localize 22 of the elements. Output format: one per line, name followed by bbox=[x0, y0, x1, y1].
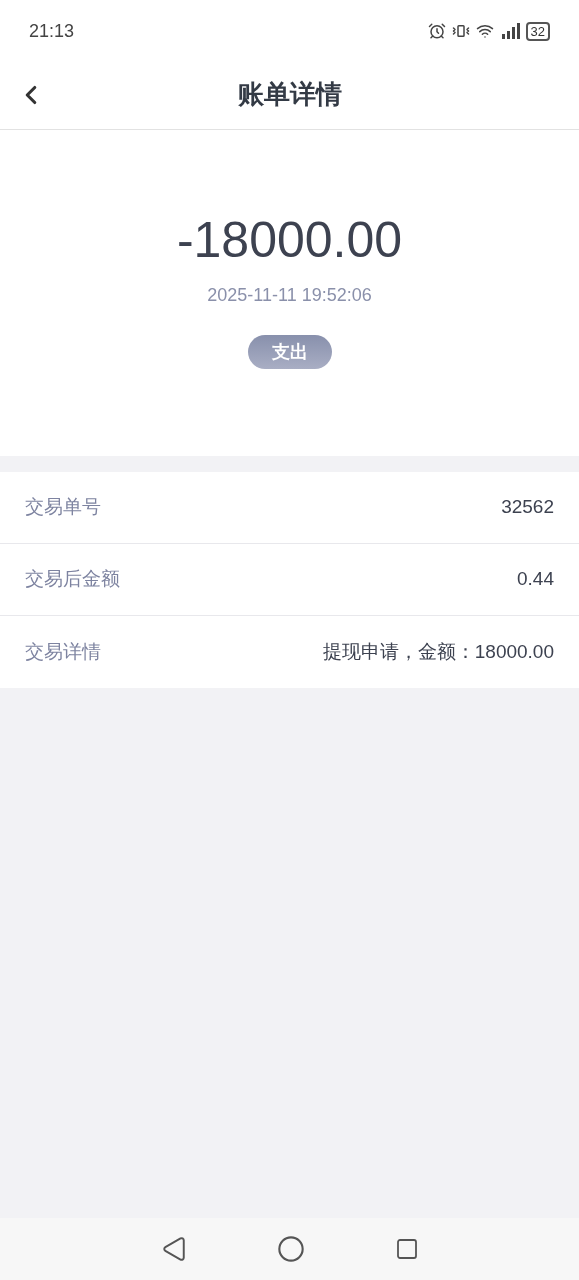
home-button[interactable] bbox=[276, 1235, 305, 1263]
triangle-icon bbox=[160, 1236, 187, 1262]
battery-indicator: 32 bbox=[525, 21, 550, 41]
detail-label: 交易后金额 bbox=[25, 567, 120, 592]
alarm-icon bbox=[427, 22, 446, 40]
circle-icon bbox=[276, 1235, 305, 1263]
vibrate-icon bbox=[451, 22, 470, 40]
signal-icon bbox=[499, 23, 520, 39]
status-time: 21:13 bbox=[29, 19, 75, 43]
detail-value: 提现申请，金额：18000.00 bbox=[322, 639, 554, 664]
recents-button[interactable] bbox=[394, 1237, 419, 1261]
detail-label: 交易单号 bbox=[25, 495, 101, 520]
amount: -18000.00 bbox=[176, 211, 403, 270]
back-nav-button[interactable] bbox=[160, 1236, 187, 1262]
detail-label: 交易详情 bbox=[25, 639, 101, 664]
detail-value: 0.44 bbox=[517, 567, 554, 592]
square-icon bbox=[394, 1237, 419, 1261]
type-tag: 支出 bbox=[247, 335, 332, 369]
page-title: 账单详情 bbox=[237, 78, 342, 111]
wifi-icon bbox=[475, 22, 494, 40]
detail-value: 32562 bbox=[501, 495, 554, 520]
transaction-time: 2025-11-11 19:52:06 bbox=[207, 284, 372, 307]
